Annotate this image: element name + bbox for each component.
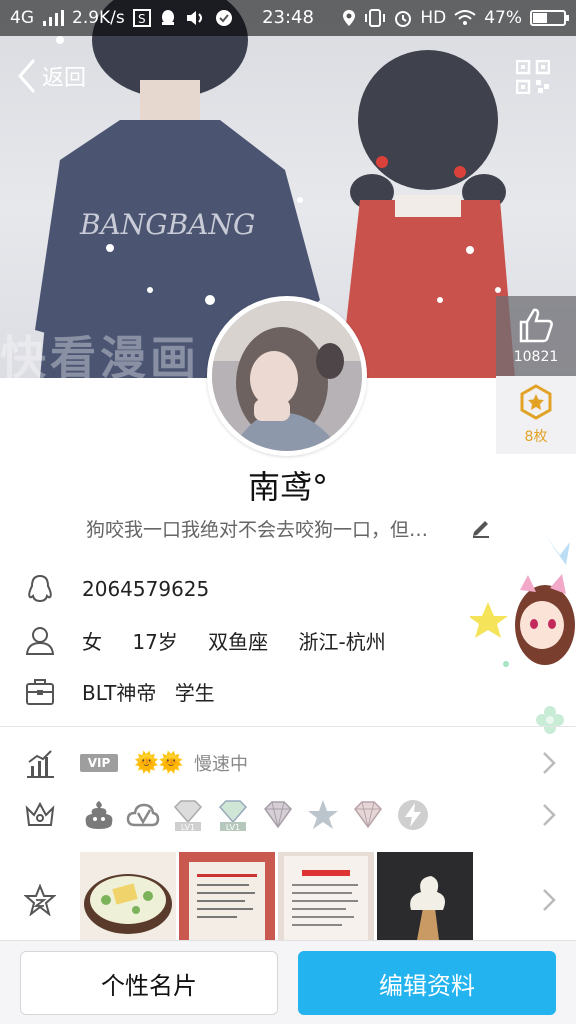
app-notify-icon	[215, 9, 233, 27]
vip-badge: VIP	[80, 754, 118, 772]
person-icon	[25, 627, 55, 655]
avatar-photo	[212, 301, 362, 451]
svg-text:LV1: LV1	[226, 823, 240, 832]
network-speed: 2.9K/s	[72, 8, 125, 28]
signal-icon	[42, 10, 64, 26]
qq-notify-icon	[159, 9, 177, 27]
occupation-row[interactable]: BLT神帝 学生	[0, 666, 576, 716]
chevron-right-icon[interactable]	[540, 888, 558, 912]
star-collection-icon	[24, 884, 56, 916]
network-type: 4G	[10, 8, 34, 28]
signature-text[interactable]: 狗咬我一口我绝对不会去咬狗一口，但…	[86, 515, 466, 542]
svg-text:BANGBANG: BANGBANG	[79, 208, 255, 241]
photo-thumbnail[interactable]	[80, 852, 176, 940]
green-diamond-lv1-badge-icon[interactable]: LV1	[216, 798, 250, 832]
section-divider	[0, 726, 576, 727]
volume-icon	[185, 9, 207, 27]
qq-number: 2064579625	[82, 577, 210, 601]
photo-thumbnail[interactable]	[179, 852, 275, 940]
qr-code-icon[interactable]	[516, 60, 550, 94]
photo-thumbnail[interactable]	[377, 852, 473, 940]
back-label: 返回	[42, 66, 87, 91]
age: 17岁	[132, 629, 178, 654]
diamond-lv1-badge-icon[interactable]: LV1	[171, 798, 205, 832]
speed-status: 慢速中	[194, 754, 248, 775]
star-badge-icon[interactable]	[306, 798, 340, 832]
chevron-left-icon	[18, 59, 36, 93]
crown-icon	[25, 801, 55, 826]
location-icon	[342, 9, 356, 27]
personal-info-text: 女 17岁 双鱼座 浙江-杭州	[82, 626, 410, 655]
svg-text:S: S	[138, 12, 146, 26]
like-count: 10821	[513, 349, 559, 365]
photo-thumbnail[interactable]	[278, 852, 374, 940]
qq-penguin-icon	[28, 574, 52, 603]
briefcase-icon	[26, 679, 54, 705]
zodiac: 双鱼座	[208, 629, 269, 654]
battery-icon	[530, 10, 569, 26]
hd-indicator: HD	[420, 8, 447, 28]
svg-text:LV1: LV1	[181, 823, 195, 832]
cloud-badge-icon[interactable]	[126, 798, 160, 832]
nickname: 南鸢°	[247, 468, 328, 506]
like-button[interactable]: 10821	[496, 296, 576, 376]
location: 浙江-杭州	[298, 629, 386, 654]
status-bar: 4G 2.9K/s S 23:48 HD 47%	[0, 0, 576, 36]
medal-button[interactable]: 8枚	[496, 376, 576, 454]
chevron-right-icon[interactable]	[540, 751, 558, 775]
pink-diamond-badge-icon[interactable]	[351, 798, 385, 832]
occupation-text: BLT神帝 学生	[82, 677, 239, 706]
sun-level-icons: 🌞🌞	[134, 750, 184, 774]
alarm-icon	[394, 9, 412, 27]
medal-icon	[520, 384, 552, 420]
avatar[interactable]	[207, 296, 367, 456]
vibrate-icon	[364, 9, 386, 27]
medal-count: 8枚	[524, 429, 548, 445]
thumbs-up-icon	[519, 308, 553, 343]
gender: 女	[82, 629, 102, 654]
purple-diamond-badge-icon[interactable]	[261, 798, 295, 832]
wifi-icon	[454, 10, 476, 26]
personal-info-row[interactable]: 女 17岁 双鱼座 浙江-杭州	[0, 615, 576, 665]
back-button[interactable]: 返回	[16, 58, 86, 94]
level-chart-icon	[27, 750, 54, 778]
poop-badge-icon[interactable]	[82, 798, 116, 832]
chevron-right-icon[interactable]	[540, 803, 558, 827]
occupation: 学生	[174, 680, 215, 705]
profile-card-button[interactable]: 个性名片	[20, 951, 278, 1015]
cover-watermark: 快看漫画	[0, 331, 200, 378]
edit-profile-button[interactable]: 编辑资料	[298, 951, 556, 1015]
school: BLT神帝	[82, 680, 157, 705]
battery-percent: 47%	[484, 8, 522, 28]
sim-icon: S	[132, 9, 151, 27]
bottom-action-bar: 个性名片 编辑资料	[0, 940, 576, 1024]
lightning-badge-icon[interactable]	[396, 798, 430, 832]
qq-number-row[interactable]: 2064579625	[0, 564, 576, 614]
